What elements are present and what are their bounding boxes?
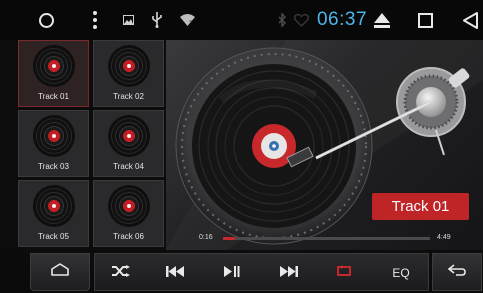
vinyl-thumbnail-icon [108,185,150,227]
repeat-button[interactable] [327,254,361,292]
shuffle-icon [112,264,130,282]
playback-controls: EQ [94,253,429,291]
next-icon [280,264,298,282]
progress-fill [223,237,236,240]
usb-icon [150,0,164,40]
vinyl-thumbnail-icon [33,115,75,157]
track-tile[interactable]: Track 04 [93,110,164,177]
track-tile[interactable]: Track 05 [18,180,89,247]
track-tile[interactable]: Track 06 [93,180,164,247]
shuffle-button[interactable] [104,254,138,292]
track-tile[interactable]: Track 01 [18,40,89,107]
back-triangle-icon[interactable] [460,0,480,40]
turntable-player: Track 01 0:16 4:49 [166,40,483,250]
eq-button[interactable]: EQ [384,254,418,292]
track-grid: Track 01 Track 02 Track 03 Track 04 Trac… [18,40,164,250]
play-pause-icon [224,264,240,282]
repeat-icon [335,264,353,282]
vinyl-thumbnail-icon [108,45,150,87]
track-label: Track 03 [38,162,69,171]
track-label: Track 05 [38,232,69,241]
elapsed-time: 0:16 [199,234,213,241]
next-button[interactable] [272,254,306,292]
bluetooth-icon [275,0,289,40]
track-tile[interactable]: Track 02 [93,40,164,107]
vinyl-thumbnail-icon [33,185,75,227]
track-tile[interactable]: Track 03 [18,110,89,177]
track-label: Track 04 [113,162,144,171]
track-label: Track 06 [113,232,144,241]
play-pause-button[interactable] [215,254,249,292]
total-time: 4:49 [437,234,451,241]
image-icon [121,0,135,40]
square-icon[interactable] [415,0,435,40]
heart-icon [292,0,310,40]
bottom-bar: EQ [0,253,483,293]
eject-icon[interactable] [372,0,392,40]
back-arrow-icon [447,263,466,281]
home-button[interactable] [30,253,90,291]
svg-text:?: ? [189,21,193,26]
track-label: Track 01 [38,92,69,101]
progress-bar[interactable] [223,237,430,240]
home-icon [51,263,69,281]
clock: 06:37 [316,9,368,30]
vinyl-thumbnail-icon [108,115,150,157]
previous-button[interactable] [158,254,192,292]
vinyl-thumbnail-icon [33,45,75,87]
circle-icon[interactable] [36,0,56,40]
current-track-badge: Track 01 [372,193,469,220]
status-bar: ? 06:37 [0,0,483,40]
track-label: Track 02 [113,92,144,101]
previous-icon [166,264,184,282]
wifi-icon: ? [178,0,196,40]
menu-dots-icon[interactable] [88,0,102,40]
back-button[interactable] [432,253,482,291]
